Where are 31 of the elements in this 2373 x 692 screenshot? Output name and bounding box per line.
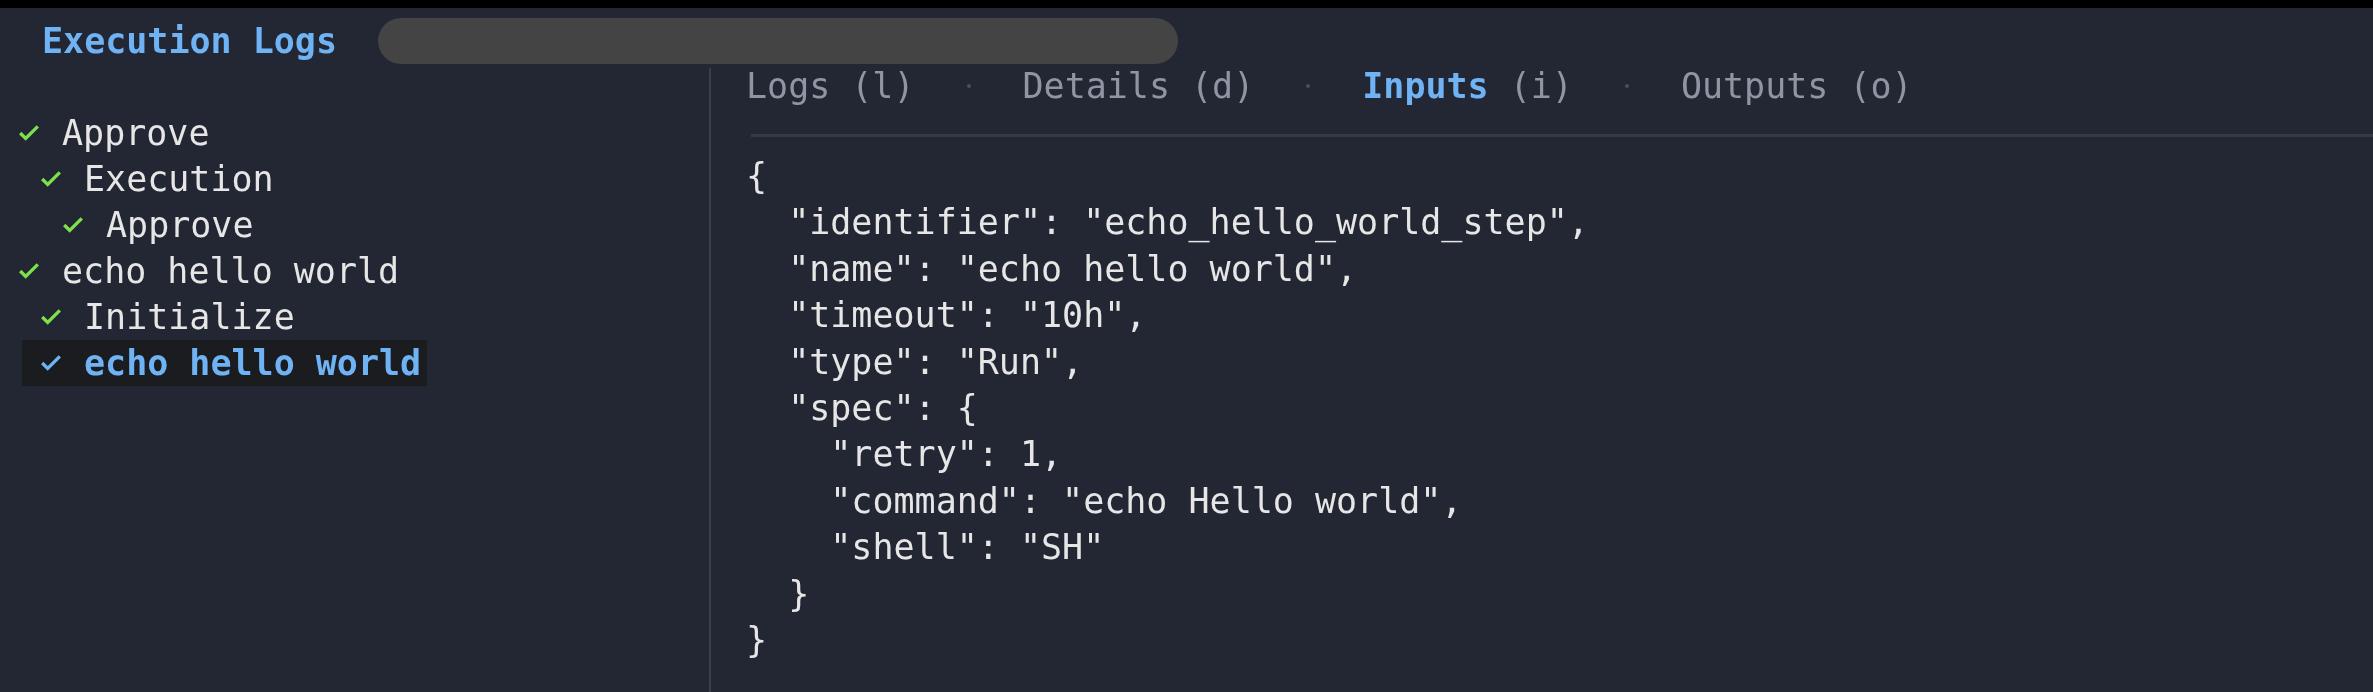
check-icon — [40, 170, 62, 188]
tree-item[interactable]: Approve — [44, 202, 260, 248]
check-icon — [18, 262, 40, 280]
check-icon — [40, 308, 62, 326]
code-line: "spec": { — [787, 386, 979, 430]
tab[interactable]: Inputs (i) — [1362, 66, 1573, 106]
code-line: "name": "echo hello world", — [787, 247, 1359, 291]
code-line: "retry": 1, — [829, 433, 1064, 477]
code-line: "identifier": "echo_hello_world_step", — [787, 201, 1590, 245]
code-line: "shell": "SH" — [829, 526, 1106, 570]
code-line: } — [746, 618, 769, 662]
tab[interactable]: Outputs (o) — [1680, 66, 1913, 106]
tree-item[interactable]: Approve — [0, 110, 216, 156]
tree-item[interactable]: Initialize — [22, 294, 301, 340]
code-line: "type": "Run", — [787, 340, 1085, 384]
tree-item[interactable]: echo hello world — [0, 248, 406, 294]
code-line: "command": "echo Hello world", — [829, 479, 1464, 523]
panel-title: Execution Logs — [42, 21, 338, 61]
tab[interactable]: Details (d) — [1022, 66, 1255, 106]
code-line: { — [746, 155, 769, 198]
check-icon — [62, 216, 84, 234]
tree-item[interactable]: Execution — [22, 156, 280, 202]
tab-separator — [966, 84, 971, 88]
code-line: "timeout": "10h", — [787, 294, 1148, 338]
tab-separator — [1624, 84, 1629, 88]
tab-separator — [1306, 84, 1311, 88]
check-icon — [40, 354, 62, 372]
tab[interactable]: Logs (l) — [746, 66, 915, 106]
check-icon — [18, 124, 40, 142]
code-line: } — [787, 572, 811, 616]
tree-item[interactable]: echo hello world — [22, 340, 428, 386]
